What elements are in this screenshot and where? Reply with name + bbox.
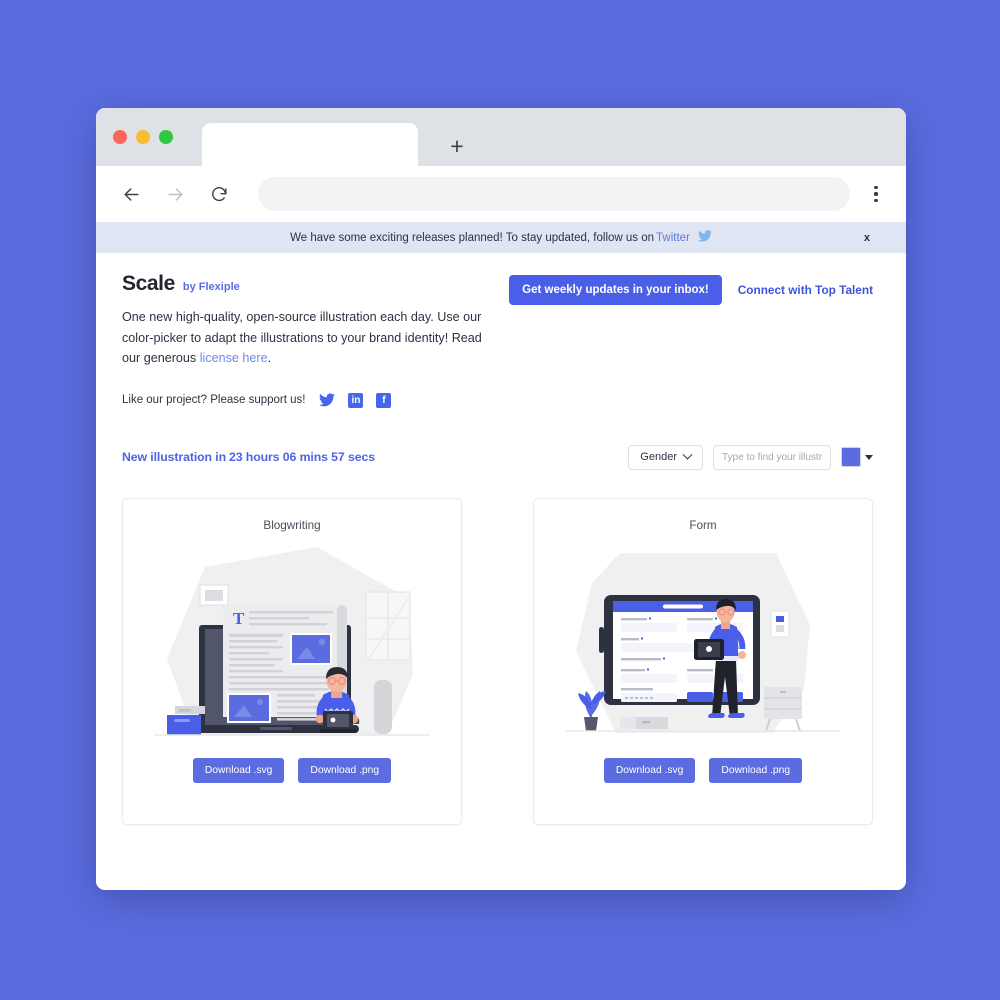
banner-twitter-link[interactable]: Twitter — [656, 232, 690, 244]
color-picker — [841, 447, 873, 467]
support-row: Like our project? Please support us! in … — [122, 392, 502, 408]
support-label: Like our project? Please support us! — [122, 394, 306, 406]
linkedin-glyph: in — [348, 392, 364, 408]
card-actions: Download .svg Download .png — [603, 757, 803, 783]
twitter-icon[interactable] — [319, 393, 336, 407]
page-content: We have some exciting releases planned! … — [96, 222, 906, 890]
new-tab-button[interactable]: + — [446, 135, 468, 158]
gender-filter-select[interactable]: Gender — [628, 444, 703, 470]
browser-tab-strip: + — [96, 108, 906, 166]
blogwriting-illustration: T — [142, 536, 442, 754]
illustration-card[interactable]: Form Download .svg Download .png — [533, 497, 873, 825]
connect-top-talent-link[interactable]: Connect with Top Talent — [738, 283, 873, 297]
countdown: New illustration in 23 hours 06 mins 57 s… — [122, 450, 375, 464]
header-actions: Get weekly updates in your inbox! Connec… — [509, 272, 873, 305]
brand-column: Scale by Flexiple One new high-quality, … — [122, 272, 502, 408]
brand-attribution: by Flexiple — [182, 281, 240, 293]
svg-text:T: T — [233, 609, 245, 628]
social-icons: in f — [319, 392, 392, 408]
tagline-text-part2: . — [267, 351, 272, 365]
countdown-label: New illustration in — [122, 450, 226, 464]
page-title: Scale — [122, 272, 175, 295]
browser-menu-button[interactable] — [866, 179, 886, 209]
download-png-button[interactable]: Download .png — [709, 757, 803, 783]
card-title: Blogwriting — [263, 518, 321, 532]
filter-controls: Gender — [628, 444, 873, 470]
address-bar[interactable] — [258, 177, 850, 211]
close-window-button[interactable] — [113, 130, 127, 144]
facebook-glyph: f — [376, 392, 392, 408]
banner-close-button[interactable]: x — [864, 232, 870, 244]
card-actions: Download .svg Download .png — [192, 757, 392, 783]
color-picker-caret-icon[interactable] — [865, 454, 873, 460]
facebook-icon[interactable]: f — [376, 392, 392, 408]
browser-window: + We have some exciting releases planned… — [96, 108, 906, 890]
site-header: Scale by Flexiple One new high-quality, … — [96, 253, 906, 408]
filter-bar: New illustration in 23 hours 06 mins 57 s… — [96, 444, 906, 470]
browser-toolbar — [96, 166, 906, 222]
back-button[interactable] — [114, 177, 148, 211]
browser-tab[interactable] — [202, 123, 418, 166]
illustration-grid: Blogwriting T Download .svg Download .pn… — [96, 497, 906, 825]
chevron-down-icon — [682, 449, 693, 460]
announcement-banner: We have some exciting releases planned! … — [96, 222, 906, 253]
minimize-window-button[interactable] — [136, 130, 150, 144]
maximize-window-button[interactable] — [159, 130, 173, 144]
download-svg-button[interactable]: Download .svg — [192, 757, 285, 783]
download-png-button[interactable]: Download .png — [298, 757, 392, 783]
gender-filter-label: Gender — [640, 451, 677, 463]
twitter-bird-icon — [697, 230, 712, 245]
banner-text: We have some exciting releases planned! … — [290, 231, 655, 244]
license-link[interactable]: license here — [200, 351, 268, 365]
tagline: One new high-quality, open-source illust… — [122, 307, 502, 369]
countdown-timer: 23 hours 06 mins 57 secs — [229, 450, 375, 464]
window-controls — [113, 130, 173, 144]
form-illustration — [553, 536, 853, 754]
brand-row: Scale by Flexiple — [122, 272, 502, 296]
newsletter-subscribe-button[interactable]: Get weekly updates in your inbox! — [509, 275, 722, 305]
card-title: Form — [689, 518, 717, 532]
tagline-text-part1: One new high-quality, open-source illust… — [122, 310, 482, 365]
color-swatch[interactable] — [841, 447, 861, 467]
download-svg-button[interactable]: Download .svg — [603, 757, 696, 783]
reload-button[interactable] — [202, 177, 236, 211]
search-input[interactable] — [713, 444, 831, 470]
linkedin-icon[interactable]: in — [348, 392, 364, 408]
forward-button[interactable] — [158, 177, 192, 211]
illustration-card[interactable]: Blogwriting T Download .svg Download .pn… — [122, 497, 462, 825]
